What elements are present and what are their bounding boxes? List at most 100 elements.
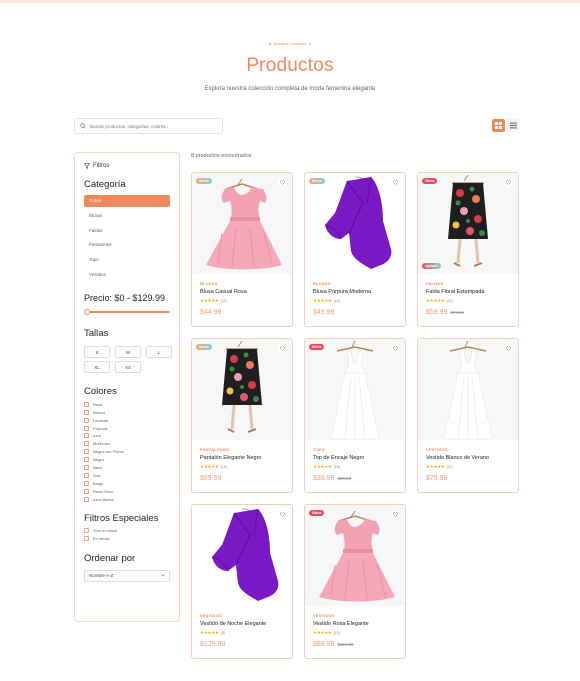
color-filter-checkbox[interactable]: Beige [84, 479, 170, 487]
category-item-faldas[interactable]: Faldas [84, 224, 170, 239]
review-count: (18) [333, 298, 340, 303]
product-image[interactable] [418, 339, 518, 440]
favorite-button[interactable] [391, 344, 400, 353]
product-name[interactable]: Blusa Casual Rosa [200, 289, 290, 295]
color-filter-checkbox[interactable]: Azul [84, 432, 170, 440]
price-slider-handle[interactable] [84, 309, 90, 316]
price-row: $69.99 [200, 475, 290, 482]
color-filter-checkbox[interactable]: Navy [84, 464, 170, 472]
category-item-pantalones[interactable]: Pantalones [84, 238, 170, 253]
color-filter-checkbox[interactable]: Rosa [84, 400, 170, 408]
star-rating-icon: ★★★★★ [426, 297, 445, 303]
color-filter-checkbox[interactable]: Lavanda [84, 416, 170, 424]
favorite-button[interactable] [278, 510, 287, 519]
product-card[interactable]: Nuevo BLUSAS Blusa Púrpura Moderna ★★★★★… [304, 172, 406, 327]
product-image[interactable]: Nuevo [305, 173, 405, 274]
size-s-button[interactable]: S [84, 346, 110, 359]
product-name[interactable]: Top de Encaje Negro [313, 455, 403, 461]
special-filters-title: Filtros Especiales [84, 513, 159, 525]
color-list: Rosa Blanco Lavanda Púrpura Azul Multicolor Ne… [84, 400, 170, 503]
list-view-button[interactable] [507, 119, 520, 132]
color-filter-checkbox[interactable]: Rosa Claro [84, 487, 170, 495]
product-badge: Nuevo [196, 178, 212, 184]
product-rating: ★★★★★ (27) [426, 464, 516, 469]
product-card[interactable]: Nuevo BLUSAS Blusa Casual Rosa ★★★★★ (22… [191, 172, 293, 327]
product-name[interactable]: Pantalón Elegante Negro [200, 455, 290, 461]
product-image[interactable]: Oferta Agotado [418, 173, 518, 274]
product-image[interactable]: Oferta [305, 339, 405, 440]
sort-select[interactable]: Nombre A-Z [84, 569, 170, 582]
search-box[interactable] [74, 118, 223, 134]
product-name[interactable]: Falda Floral Estampada [426, 289, 516, 295]
favorite-button[interactable] [504, 178, 513, 187]
product-category: VESTIDOS [426, 447, 448, 452]
color-filter-label: Negro con Flores [93, 449, 124, 455]
product-price: $49.99 [313, 309, 335, 316]
product-name[interactable]: Vestido Rosa Elegante [313, 621, 403, 627]
product-photo [192, 173, 292, 274]
review-count: (12) [333, 630, 340, 635]
checkbox-icon [84, 528, 89, 534]
price-row: $89.99 $119.99 [313, 641, 403, 648]
filters-sidebar: Filtros Categoría Todos Blusas Faldas Pa… [74, 152, 180, 622]
checkbox-label: En oferta [93, 536, 110, 542]
color-filter-checkbox[interactable]: Púrpura [84, 424, 170, 432]
checkbox-icon [84, 401, 89, 407]
product-info: BLUSAS Blusa Púrpura Moderna ★★★★★ (18) … [313, 281, 403, 316]
price-slider[interactable] [84, 308, 170, 316]
product-info: FALDAS Falda Floral Estampada ★★★★★ (31)… [426, 281, 516, 316]
price-row: $44.99 [200, 309, 290, 316]
product-card[interactable]: Nuevo PANTALONES Pantalón Elegante Negro… [191, 338, 293, 493]
product-card[interactable]: Oferta TOPS Top de Encaje Negro ★★★★★ (1… [304, 338, 406, 493]
product-image[interactable] [192, 505, 292, 606]
product-info: VESTIDOS Vestido Blanco de Verano ★★★★★ … [426, 447, 516, 482]
size-xs-button[interactable]: XS [115, 361, 141, 374]
checkbox-icon [84, 457, 89, 463]
size-xl-button[interactable]: XL [84, 361, 110, 374]
price-row: $79.99 [426, 475, 516, 482]
review-count: (15) [333, 464, 340, 469]
color-filter-checkbox[interactable]: Negro [84, 456, 170, 464]
grid-view-button[interactable] [492, 119, 505, 132]
product-card[interactable]: Oferta Agotado FALDAS Falda Floral Estam… [417, 172, 519, 327]
color-filter-label: Rosa [93, 401, 103, 407]
favorite-button[interactable] [391, 510, 400, 519]
product-image[interactable]: Nuevo [192, 339, 292, 440]
color-filter-checkbox[interactable]: Gris [84, 471, 170, 479]
category-item-tops[interactable]: Tops [84, 253, 170, 268]
product-name[interactable]: Blusa Púrpura Moderna [313, 289, 403, 295]
category-item-blusas[interactable]: Blusas [84, 209, 170, 224]
product-name[interactable]: Vestido Blanco de Verano [426, 455, 516, 461]
category-item-todos[interactable]: Todos [84, 195, 170, 207]
size-l-button[interactable]: L [146, 346, 172, 359]
checkbox-icon [84, 433, 89, 439]
star-rating-icon: ★★★★★ [426, 463, 445, 469]
search-input[interactable] [90, 123, 210, 129]
product-card[interactable]: VESTIDOS Vestido de Noche Elegante ★★★★★… [191, 504, 293, 659]
results-count: 8 productos encontrados [191, 153, 252, 159]
in-stock-checkbox[interactable]: Solo en stock [84, 527, 170, 535]
color-filter-checkbox[interactable]: Azul Marino [84, 495, 170, 503]
favorite-button[interactable] [278, 178, 287, 187]
heart-icon [393, 346, 398, 351]
favorite-button[interactable] [278, 344, 287, 353]
color-filter-checkbox[interactable]: Multicolor [84, 440, 170, 448]
product-image[interactable]: Oferta [305, 505, 405, 606]
heart-icon [393, 180, 398, 185]
product-name[interactable]: Vestido de Noche Elegante [200, 621, 290, 627]
product-image[interactable]: Nuevo [192, 173, 292, 274]
page-subtitle: Explora nuestra colección completa de mo… [204, 86, 376, 92]
category-item-vestidos[interactable]: Vestidos [84, 268, 170, 283]
favorite-button[interactable] [391, 178, 400, 187]
favorite-button[interactable] [504, 344, 513, 353]
color-filter-label: Navy [93, 465, 103, 470]
size-m-button[interactable]: M [115, 346, 141, 359]
on-sale-checkbox[interactable]: En oferta [84, 535, 170, 543]
color-filter-label: Multicolor [93, 441, 111, 447]
product-card[interactable]: Oferta VESTIDOS Vestido Rosa Elegante ★★… [304, 504, 406, 659]
product-price: $69.99 [200, 475, 222, 482]
product-card[interactable]: VESTIDOS Vestido Blanco de Verano ★★★★★ … [417, 338, 519, 493]
star-rating-icon: ★★★★★ [200, 297, 219, 303]
color-filter-checkbox[interactable]: Blanco [84, 408, 170, 416]
color-filter-checkbox[interactable]: Negro con Flores [84, 448, 170, 456]
